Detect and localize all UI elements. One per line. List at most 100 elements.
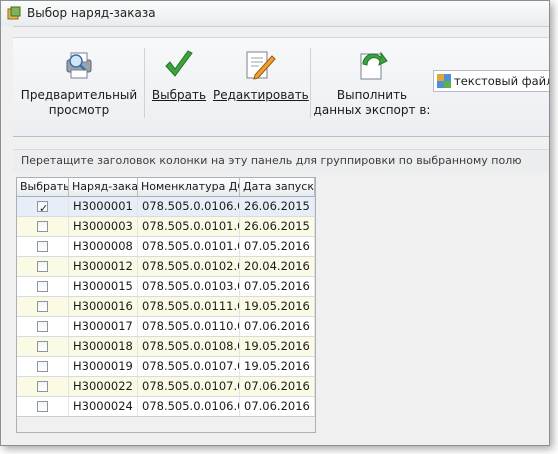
window-left-edge — [1, 26, 13, 445]
table-row[interactable]: Н3000016078.505.0.0111.0019.05.2016 — [17, 297, 315, 317]
preview-label-line2: просмотр — [48, 103, 110, 117]
table-row[interactable]: Н3000017078.505.0.0110.0007.06.2016 — [17, 317, 315, 337]
table-row[interactable]: Н3000019078.505.0.0107.0019.05.2016 — [17, 357, 315, 377]
table-row[interactable]: Н3000008078.505.0.0101.0007.05.2016 — [17, 237, 315, 257]
checkmark-icon — [165, 50, 193, 77]
select-cell — [17, 277, 69, 296]
item-cell: 078.505.0.0110.00 — [138, 317, 240, 336]
select-cell — [17, 297, 69, 316]
select-checkbox[interactable] — [37, 341, 48, 352]
export-format-select[interactable]: текстовый файл (с — [433, 70, 549, 92]
item-cell: 078.505.0.0106.00 — [138, 397, 240, 416]
order-cell: Н3000016 — [69, 297, 138, 316]
select-checkbox[interactable]: ✓ — [37, 201, 48, 215]
date-cell: 07.05.2016 — [240, 277, 315, 296]
order-cell: Н3000003 — [69, 217, 138, 236]
column-header-item[interactable]: Номенклатура ДСЕ — [138, 178, 240, 196]
order-cell: Н3000015 — [69, 277, 138, 296]
table-row[interactable]: Н3000024078.505.0.0106.0007.06.2016 — [17, 397, 315, 417]
edit-label: Редактировать — [213, 88, 309, 102]
app-icon — [7, 6, 21, 20]
item-cell: 078.505.0.0102.00 — [138, 257, 240, 276]
export-label-line2: данных экспорт в: — [313, 103, 431, 117]
table-row[interactable]: Н3000015078.505.0.0103.0007.05.2016 — [17, 277, 315, 297]
item-cell: 078.505.0.0101.00 — [138, 217, 240, 236]
date-cell: 19.05.2016 — [240, 297, 315, 316]
order-cell: Н3000019 — [69, 357, 138, 376]
select-cell — [17, 257, 69, 276]
select-cell — [17, 317, 69, 336]
select-cell — [17, 357, 69, 376]
grid-header: Выбрать Наряд-заказ Номенклатура ДСЕ Дат… — [17, 178, 315, 197]
order-cell: Н3000017 — [69, 317, 138, 336]
select-cell — [17, 377, 69, 396]
export-label-line1: Выполнить — [336, 88, 408, 102]
select-label: Выбрать — [151, 88, 207, 102]
date-cell: 07.06.2016 — [240, 317, 315, 336]
export-icon — [360, 51, 388, 80]
checkmark-icon: ✓ — [39, 202, 49, 215]
date-cell: 19.05.2016 — [240, 337, 315, 356]
text-file-icon — [437, 74, 451, 88]
export-label: Выполнить данных экспорт в: — [313, 88, 431, 118]
title-bar[interactable]: Выбор наряд-заказа — [1, 1, 549, 27]
orders-grid[interactable]: Выбрать Наряд-заказ Номенклатура ДСЕ Дат… — [16, 177, 316, 433]
grid-footer — [17, 416, 315, 432]
edit-button[interactable]: Редактировать — [213, 38, 309, 134]
table-row[interactable]: Н3000018078.505.0.0108.0019.05.2016 — [17, 337, 315, 357]
select-button[interactable]: Выбрать — [151, 38, 207, 134]
date-cell: 19.05.2016 — [240, 357, 315, 376]
item-cell: 078.505.0.0108.00 — [138, 337, 240, 356]
table-row[interactable]: Н3000003078.505.0.0101.0026.06.2015 — [17, 217, 315, 237]
date-cell: 07.06.2016 — [240, 397, 315, 416]
select-cell — [17, 217, 69, 236]
column-header-select[interactable]: Выбрать — [17, 178, 69, 196]
order-cell: Н3000008 — [69, 237, 138, 256]
date-cell: 26.06.2015 — [240, 197, 315, 216]
item-cell: 078.505.0.0107.00 — [138, 377, 240, 396]
select-cell — [17, 237, 69, 256]
table-row[interactable]: Н3000012078.505.0.0102.0020.04.2016 — [17, 257, 315, 277]
select-checkbox[interactable] — [37, 301, 48, 312]
column-header-date[interactable]: Дата запуска — [240, 178, 315, 196]
select-checkbox[interactable] — [37, 361, 48, 372]
date-cell: 07.06.2016 — [240, 377, 315, 396]
select-checkbox[interactable] — [37, 261, 48, 272]
group-by-panel[interactable]: Перетащите заголовок колонки на эту пане… — [13, 149, 549, 172]
preview-label: Предварительный просмотр — [19, 88, 139, 118]
select-cell — [17, 397, 69, 416]
order-selection-window: Выбор наряд-заказа Предварительный просм… — [0, 0, 550, 446]
order-cell: Н3000024 — [69, 397, 138, 416]
table-row[interactable]: Н3000022078.505.0.0107.0007.06.2016 — [17, 377, 315, 397]
item-cell: 078.505.0.0107.00 — [138, 357, 240, 376]
column-header-order[interactable]: Наряд-заказ — [69, 178, 138, 196]
window-title: Выбор наряд-заказа — [27, 6, 156, 20]
export-button[interactable]: Выполнить данных экспорт в: — [313, 38, 431, 134]
date-cell: 07.05.2016 — [240, 237, 315, 256]
ribbon-separator — [144, 48, 145, 118]
print-preview-icon — [66, 52, 92, 79]
select-checkbox[interactable] — [37, 221, 48, 232]
select-cell: ✓ — [17, 197, 69, 216]
date-cell: 20.04.2016 — [240, 257, 315, 276]
select-checkbox[interactable] — [37, 281, 48, 292]
order-cell: Н3000001 — [69, 197, 138, 216]
date-cell: 26.06.2015 — [240, 217, 315, 236]
item-cell: 078.505.0.0101.00 — [138, 237, 240, 256]
ribbon-separator — [310, 48, 311, 118]
item-cell: 078.505.0.0106.00 — [138, 197, 240, 216]
group-by-hint: Перетащите заголовок колонки на эту пане… — [21, 154, 522, 167]
order-cell: Н3000022 — [69, 377, 138, 396]
select-checkbox[interactable] — [37, 381, 48, 392]
ribbon-toolbar: Предварительный просмотр Выбрать Редакти… — [13, 37, 549, 137]
edit-document-icon — [246, 51, 276, 80]
select-checkbox[interactable] — [37, 321, 48, 332]
order-cell: Н3000012 — [69, 257, 138, 276]
preview-label-line1: Предварительный — [20, 88, 138, 102]
export-format-value: текстовый файл (с — [454, 74, 549, 88]
table-row[interactable]: ✓ Н3000001078.505.0.0106.0026.06.2015 — [17, 197, 315, 217]
preview-button[interactable]: Предварительный просмотр — [19, 38, 139, 134]
select-checkbox[interactable] — [37, 241, 48, 252]
select-checkbox[interactable] — [37, 401, 48, 412]
item-cell: 078.505.0.0103.00 — [138, 277, 240, 296]
